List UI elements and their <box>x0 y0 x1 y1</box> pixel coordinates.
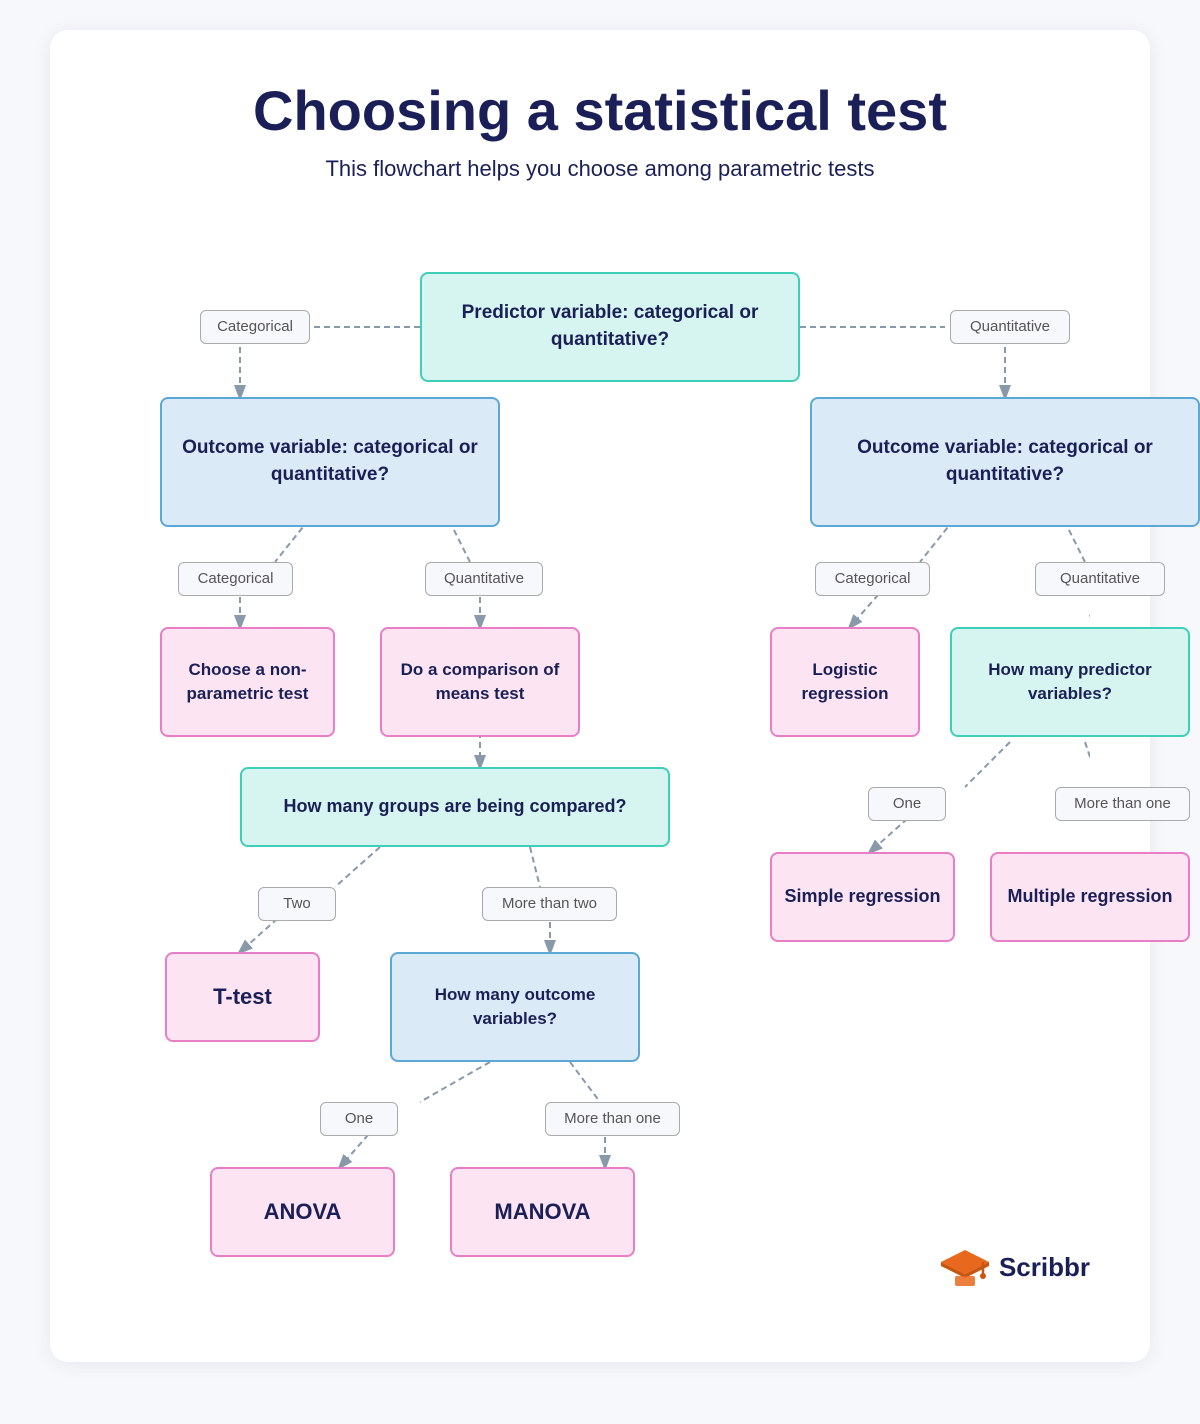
logistic-regression-box: Logistic regression <box>770 627 920 737</box>
outcome-variable-left-box: Outcome variable: categorical or quantit… <box>160 397 500 527</box>
scribbr-logo: Scribbr <box>941 1244 1090 1292</box>
predictor-variable-box: Predictor variable: categorical or quant… <box>420 272 800 382</box>
scribbr-icon <box>941 1244 989 1292</box>
simple-regression-box: Simple regression <box>770 852 955 942</box>
how-many-predictor-box: How many predictor variables? <box>950 627 1190 737</box>
how-many-groups-box: How many groups are being compared? <box>240 767 670 847</box>
comparison-means-box: Do a comparison of means test <box>380 627 580 737</box>
one-label-right: One <box>868 787 946 821</box>
quantitative-label-right: Quantitative <box>1035 562 1165 596</box>
more-than-one-label-right: More than one <box>1055 787 1190 821</box>
how-many-outcome-box: How many outcome variables? <box>390 952 640 1062</box>
page-title: Choosing a statistical test <box>110 80 1090 142</box>
outcome-variable-right-box: Outcome variable: categorical or quantit… <box>810 397 1200 527</box>
manova-box: MANOVA <box>450 1167 635 1257</box>
scribbr-text: Scribbr <box>999 1252 1090 1283</box>
anova-box: ANOVA <box>210 1167 395 1257</box>
categorical-label-top-left: Categorical <box>200 310 310 344</box>
quantitative-label-left2: Quantitative <box>425 562 543 596</box>
one-label-left: One <box>320 1102 398 1136</box>
quantitative-label-top-right: Quantitative <box>950 310 1070 344</box>
categorical-label-left2: Categorical <box>178 562 293 596</box>
page-subtitle: This flowchart helps you choose among pa… <box>110 156 1090 182</box>
non-parametric-box: Choose a non-parametric test <box>160 627 335 737</box>
two-label: Two <box>258 887 336 921</box>
categorical-label-right: Categorical <box>815 562 930 596</box>
more-than-two-label: More than two <box>482 887 617 921</box>
multiple-regression-box: Multiple regression <box>990 852 1190 942</box>
more-than-one-label-left: More than one <box>545 1102 680 1136</box>
t-test-box: T-test <box>165 952 320 1042</box>
